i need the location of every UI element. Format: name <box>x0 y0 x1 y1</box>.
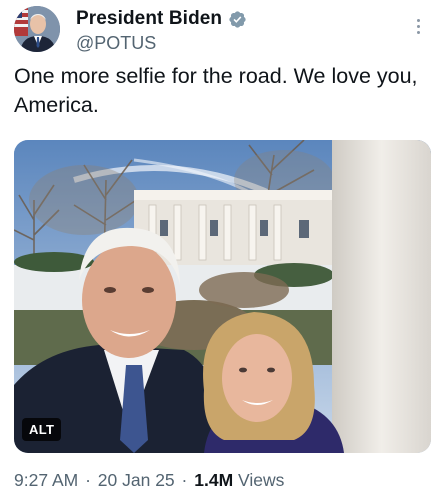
views-count[interactable]: 1.4M <box>194 470 233 490</box>
name-row: President Biden <box>76 6 247 32</box>
verified-badge-icon[interactable] <box>228 10 247 29</box>
author-handle[interactable]: @POTUS <box>76 33 247 54</box>
tweet-text: One more selfie for the road. We love yo… <box>14 64 418 117</box>
separator: · <box>181 470 188 490</box>
more-options-icon[interactable] <box>408 14 428 38</box>
tweet-date[interactable]: 20 Jan 25 <box>98 470 175 490</box>
tweet-meta: 9:27 AM · 20 Jan 25 · 1.4M Views <box>14 470 284 491</box>
tweet-header: President Biden @POTUS <box>14 6 434 56</box>
separator: · <box>85 470 91 490</box>
author-block: President Biden @POTUS <box>76 6 247 54</box>
selfie-photo-image <box>14 140 431 453</box>
author-name[interactable]: President Biden <box>76 8 222 30</box>
tweet-photo[interactable]: ALT <box>14 140 431 453</box>
avatar-portrait-icon <box>14 6 60 52</box>
alt-text-button[interactable]: ALT <box>22 418 62 441</box>
tweet-time[interactable]: 9:27 AM <box>14 470 78 490</box>
views-label: Views <box>238 470 285 490</box>
avatar[interactable] <box>14 6 60 52</box>
